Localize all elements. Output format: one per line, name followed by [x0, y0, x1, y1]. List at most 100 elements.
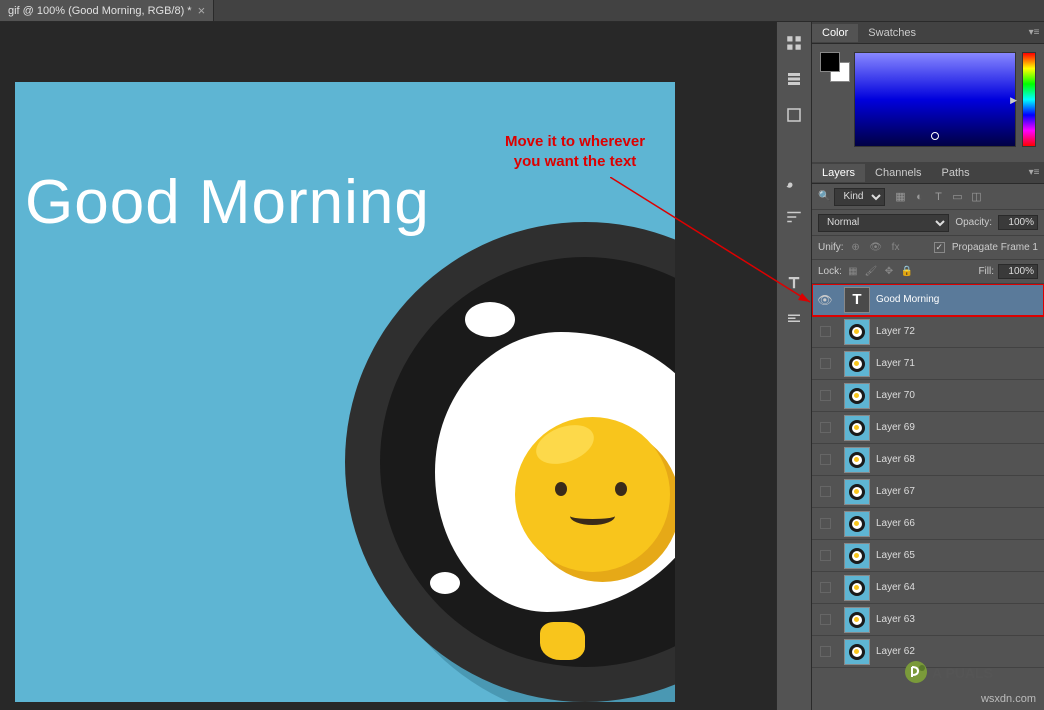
layer-name-label[interactable]: Good Morning: [876, 294, 939, 305]
text-layer-thumbnail: T: [844, 287, 870, 313]
fill-value-input[interactable]: 100%: [998, 264, 1038, 279]
layer-thumbnail: [844, 479, 870, 505]
color-panel-body: ▶: [812, 44, 1044, 162]
document-canvas[interactable]: Good Morning: [15, 82, 675, 702]
propagate-frame-label: Propagate Frame 1: [952, 242, 1038, 253]
layer-thumbnail: [844, 383, 870, 409]
opacity-value-input[interactable]: 100%: [998, 215, 1038, 230]
layer-thumbnail: [844, 607, 870, 633]
lock-all-icon[interactable]: 🔒: [900, 265, 914, 279]
filter-smart-icon[interactable]: ◫: [969, 190, 983, 204]
swatches-tab[interactable]: Swatches: [858, 24, 926, 42]
layer-filter-kind-select[interactable]: Kind: [834, 188, 885, 206]
propagate-frame-checkbox[interactable]: ✓: [934, 242, 945, 253]
tool-icon-3[interactable]: [781, 102, 807, 128]
layer-name-label[interactable]: Layer 69: [876, 422, 915, 433]
layer-name-label[interactable]: Layer 71: [876, 358, 915, 369]
layer-name-label[interactable]: Layer 72: [876, 326, 915, 337]
layer-filter-row: 🔍 Kind ▦ ◐ T ▭ ◫: [812, 184, 1044, 210]
layer-visibility-toggle[interactable]: [812, 422, 838, 433]
blend-mode-select[interactable]: Normal: [818, 214, 949, 232]
color-picker-field[interactable]: ▶: [854, 52, 1016, 147]
lock-transparency-icon[interactable]: ▦: [846, 265, 860, 279]
layer-row[interactable]: Layer 72: [812, 316, 1044, 348]
channels-tab[interactable]: Channels: [865, 164, 931, 182]
layer-visibility-toggle[interactable]: [812, 454, 838, 465]
lock-position-icon[interactable]: ✥: [882, 265, 896, 279]
paragraph-tool-icon[interactable]: [781, 306, 807, 332]
layer-row[interactable]: Layer 69: [812, 412, 1044, 444]
layer-thumbnail: [844, 319, 870, 345]
layer-name-label[interactable]: Layer 67: [876, 486, 915, 497]
tool-icon-2[interactable]: [781, 66, 807, 92]
type-tool-icon[interactable]: [781, 270, 807, 296]
layer-thumbnail: [844, 639, 870, 665]
layer-visibility-toggle[interactable]: 👁: [812, 293, 838, 307]
layer-row[interactable]: Layer 67: [812, 476, 1044, 508]
layer-visibility-toggle[interactable]: [812, 486, 838, 497]
unify-visibility-icon[interactable]: 👁: [868, 240, 884, 256]
unify-position-icon[interactable]: ⊕: [848, 240, 864, 256]
layer-visibility-toggle[interactable]: [812, 518, 838, 529]
visibility-empty-icon: [820, 646, 831, 657]
layer-visibility-toggle[interactable]: [812, 550, 838, 561]
document-tab-title: gif @ 100% (Good Morning, RGB/8) *: [8, 5, 192, 17]
visibility-empty-icon: [820, 358, 831, 369]
adjustment-tool-icon[interactable]: [781, 204, 807, 230]
layer-row[interactable]: Layer 64: [812, 572, 1044, 604]
text-layer-content[interactable]: Good Morning: [25, 167, 430, 238]
visibility-empty-icon: [820, 390, 831, 401]
canvas-workspace: Good Morning Move it to wherever you wan…: [0, 22, 776, 710]
unify-style-icon[interactable]: fx: [888, 240, 904, 256]
layer-visibility-toggle[interactable]: [812, 390, 838, 401]
visibility-empty-icon: [820, 422, 831, 433]
opacity-label: Opacity:: [955, 217, 992, 228]
color-tab[interactable]: Color: [812, 24, 858, 42]
filter-adjustment-icon[interactable]: ◐: [912, 190, 926, 204]
layer-visibility-toggle[interactable]: [812, 326, 838, 337]
visibility-empty-icon: [820, 614, 831, 625]
lock-pixels-icon[interactable]: 🖌: [864, 265, 878, 279]
color-panel-menu-icon[interactable]: ▾≡: [1024, 27, 1044, 38]
layer-name-label[interactable]: Layer 68: [876, 454, 915, 465]
foreground-color-swatch[interactable]: [820, 52, 840, 72]
layer-name-label[interactable]: Layer 65: [876, 550, 915, 561]
layer-thumbnail: [844, 447, 870, 473]
layer-row[interactable]: Layer 68: [812, 444, 1044, 476]
layer-row[interactable]: Layer 66: [812, 508, 1044, 540]
foreground-background-swatches[interactable]: [820, 52, 848, 154]
layer-name-label[interactable]: Layer 63: [876, 614, 915, 625]
filter-pixel-icon[interactable]: ▦: [893, 190, 907, 204]
layer-visibility-toggle[interactable]: [812, 614, 838, 625]
layer-name-label[interactable]: Layer 64: [876, 582, 915, 593]
layer-row[interactable]: Layer 71: [812, 348, 1044, 380]
layer-row[interactable]: Layer 63: [812, 604, 1044, 636]
layer-thumbnail: [844, 415, 870, 441]
vertical-tool-dock: [776, 22, 812, 710]
layers-panel-body: 🔍 Kind ▦ ◐ T ▭ ◫ Normal Opacity: 100%: [812, 184, 1044, 710]
hue-slider[interactable]: [1022, 52, 1036, 147]
layer-row[interactable]: Layer 70: [812, 380, 1044, 412]
layer-visibility-toggle[interactable]: [812, 358, 838, 369]
visibility-empty-icon: [820, 486, 831, 497]
visibility-empty-icon: [820, 518, 831, 529]
appuals-watermark: A PUALS: [904, 657, 1014, 692]
layers-tab[interactable]: Layers: [812, 164, 865, 182]
layers-panel-menu-icon[interactable]: ▾≡: [1024, 167, 1044, 178]
filter-shape-icon[interactable]: ▭: [950, 190, 964, 204]
brush-tool-icon[interactable]: [781, 168, 807, 194]
unify-label: Unify:: [818, 242, 844, 253]
layer-row[interactable]: Layer 65: [812, 540, 1044, 572]
layer-visibility-toggle[interactable]: [812, 646, 838, 657]
layer-thumbnail: [844, 511, 870, 537]
paths-tab[interactable]: Paths: [932, 164, 980, 182]
layer-row[interactable]: 👁 T Good Morning: [812, 284, 1044, 316]
layer-name-label[interactable]: Layer 66: [876, 518, 915, 529]
layer-name-label[interactable]: Layer 70: [876, 390, 915, 401]
close-tab-icon[interactable]: ×: [198, 3, 206, 18]
layer-visibility-toggle[interactable]: [812, 582, 838, 593]
document-tab[interactable]: gif @ 100% (Good Morning, RGB/8) * ×: [0, 0, 214, 21]
layer-name-label[interactable]: Layer 62: [876, 646, 915, 657]
tool-icon-1[interactable]: [781, 30, 807, 56]
filter-type-icon[interactable]: T: [931, 190, 945, 204]
